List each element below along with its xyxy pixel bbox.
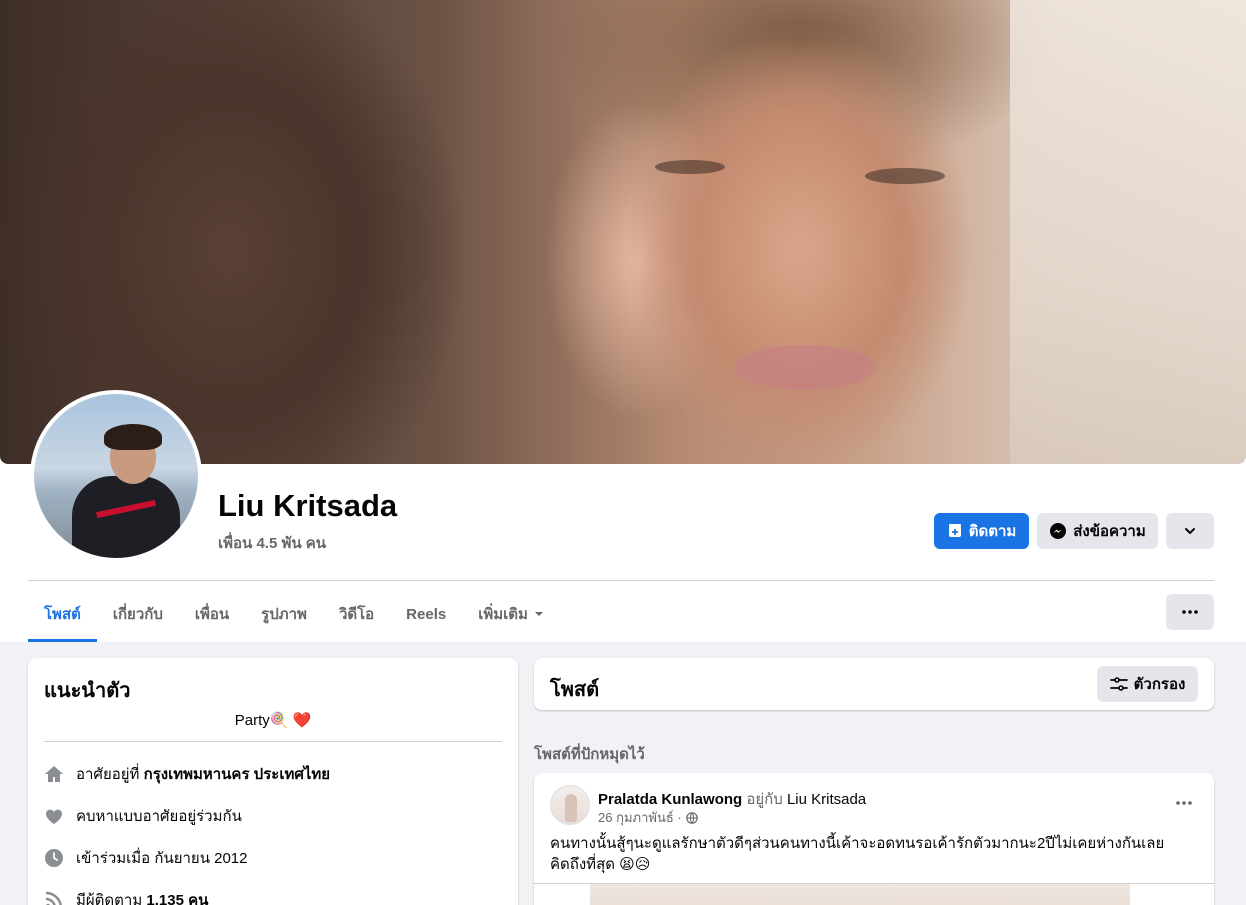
cover-photo[interactable] (0, 0, 1246, 464)
caret-down-icon (534, 612, 543, 616)
post-card: Pralatda Kunlawong อยู่กับ Liu Kritsada … (534, 773, 1214, 905)
filter-label: ตัวกรอง (1133, 676, 1186, 693)
tab-photos[interactable]: รูปภาพ (245, 586, 323, 642)
follow-icon (948, 524, 961, 537)
tab-about[interactable]: เกี่ยวกับ (97, 586, 179, 642)
tab-more[interactable]: เพิ่มเติม (462, 586, 560, 642)
tabs-options-button[interactable] (1166, 594, 1214, 630)
profile-avatar[interactable] (30, 390, 202, 562)
intro-item-relationship: คบหาแบบอาศัยอยู่ร่วมกัน (44, 804, 242, 828)
post-image[interactable] (590, 884, 1130, 905)
intro-item-joined: เข้าร่วมเมื่อ กันยายน 2012 (44, 846, 248, 870)
post-date[interactable]: 26 กุมภาพันธ์ · (598, 807, 682, 828)
rss-icon (44, 890, 64, 905)
intro-item-text: มีผู้ติดตาม 1,135 คน (76, 888, 208, 905)
intro-card: แนะนำตัว Party🍭 ❤️ อาศัยอยู่ที่ กรุงเทพม… (28, 658, 518, 905)
header-divider (28, 580, 1214, 581)
cover-photo-wall (1010, 0, 1246, 464)
profile-more-button[interactable] (1166, 513, 1214, 549)
messenger-icon (1050, 523, 1067, 539)
intro-item-prefix: คบหาแบบอาศัยอยู่ร่วมกัน (76, 808, 242, 825)
intro-divider (44, 741, 502, 742)
intro-item-prefix: เข้าร่วมเมื่อ กันยายน 2012 (76, 850, 248, 867)
globe-icon (685, 811, 698, 824)
posts-title: โพสต์ (550, 679, 600, 701)
posts-header-card: โพสต์ ตัวกรอง (534, 658, 1214, 710)
more-horizontal-icon (1182, 610, 1198, 614)
intro-item-text: อาศัยอยู่ที่ กรุงเทพมหานคร ประเทศไทย (76, 762, 330, 786)
follow-label: ติดตาม (968, 523, 1017, 540)
post-meta: 26 กุมภาพันธ์ · (598, 807, 698, 828)
cover-photo-detail (865, 168, 945, 184)
filter-icon (1109, 677, 1128, 691)
avatar-figure (565, 794, 577, 822)
tab-videos[interactable]: วิดีโอ (323, 586, 390, 642)
post-author-name[interactable]: Pralatda Kunlawong (598, 791, 742, 808)
intro-title: แนะนำตัว (44, 680, 131, 702)
message-label: ส่งข้อความ (1073, 523, 1146, 540)
heart-icon (44, 806, 64, 826)
avatar-figure (104, 424, 162, 450)
follow-button[interactable]: ติดตาม (934, 513, 1029, 549)
post-with-text: อยู่กับ (746, 791, 783, 808)
tab-friends[interactable]: เพื่อน (179, 586, 245, 642)
clock-icon (44, 848, 64, 868)
avatar-figure (72, 476, 180, 558)
cover-photo-detail (655, 160, 725, 174)
intro-item-lives-in: อาศัยอยู่ที่ กรุงเทพมหานคร ประเทศไทย (44, 762, 330, 786)
profile-header: Liu Kritsada เพื่อน 4.5 พัน คน ติดตาม ส่… (0, 0, 1246, 642)
intro-item-prefix: มีผู้ติดตาม (76, 892, 147, 905)
profile-tabs: โพสต์ เกี่ยวกับ เพื่อน รูปภาพ วิดีโอ Ree… (28, 586, 560, 642)
post-text: คนทางนั้นสู้ๆนะดูแลรักษาตัวดีๆส่วนคนทางน… (550, 835, 1165, 873)
more-horizontal-icon (1176, 801, 1192, 805)
post-with-name[interactable]: Liu Kritsada (787, 791, 866, 808)
intro-item-followers: มีผู้ติดตาม 1,135 คน (44, 888, 208, 905)
post-author-avatar[interactable] (550, 785, 590, 825)
intro-bio: Party🍭 ❤️ (234, 712, 312, 729)
tab-posts[interactable]: โพสต์ (28, 586, 97, 642)
intro-item-city-link[interactable]: กรุงเทพมหานคร ประเทศไทย (144, 766, 330, 783)
filter-button[interactable]: ตัวกรอง (1097, 666, 1198, 702)
message-button[interactable]: ส่งข้อความ (1037, 513, 1158, 549)
pinned-posts-label: โพสต์ที่ปักหมุดไว้ (534, 746, 645, 763)
post-options-button[interactable] (1170, 789, 1198, 817)
cover-photo-detail (735, 345, 875, 390)
chevron-down-icon (1185, 528, 1195, 534)
tab-more-label: เพิ่มเติม (478, 606, 528, 623)
home-icon (44, 764, 64, 784)
profile-name: Liu Kritsada (218, 488, 398, 523)
tab-reels[interactable]: Reels (390, 586, 462, 642)
intro-item-prefix: อาศัยอยู่ที่ (76, 766, 144, 783)
friends-count-link[interactable]: เพื่อน 4.5 พัน คน (218, 531, 326, 555)
followers-count[interactable]: 1,135 คน (146, 892, 208, 905)
